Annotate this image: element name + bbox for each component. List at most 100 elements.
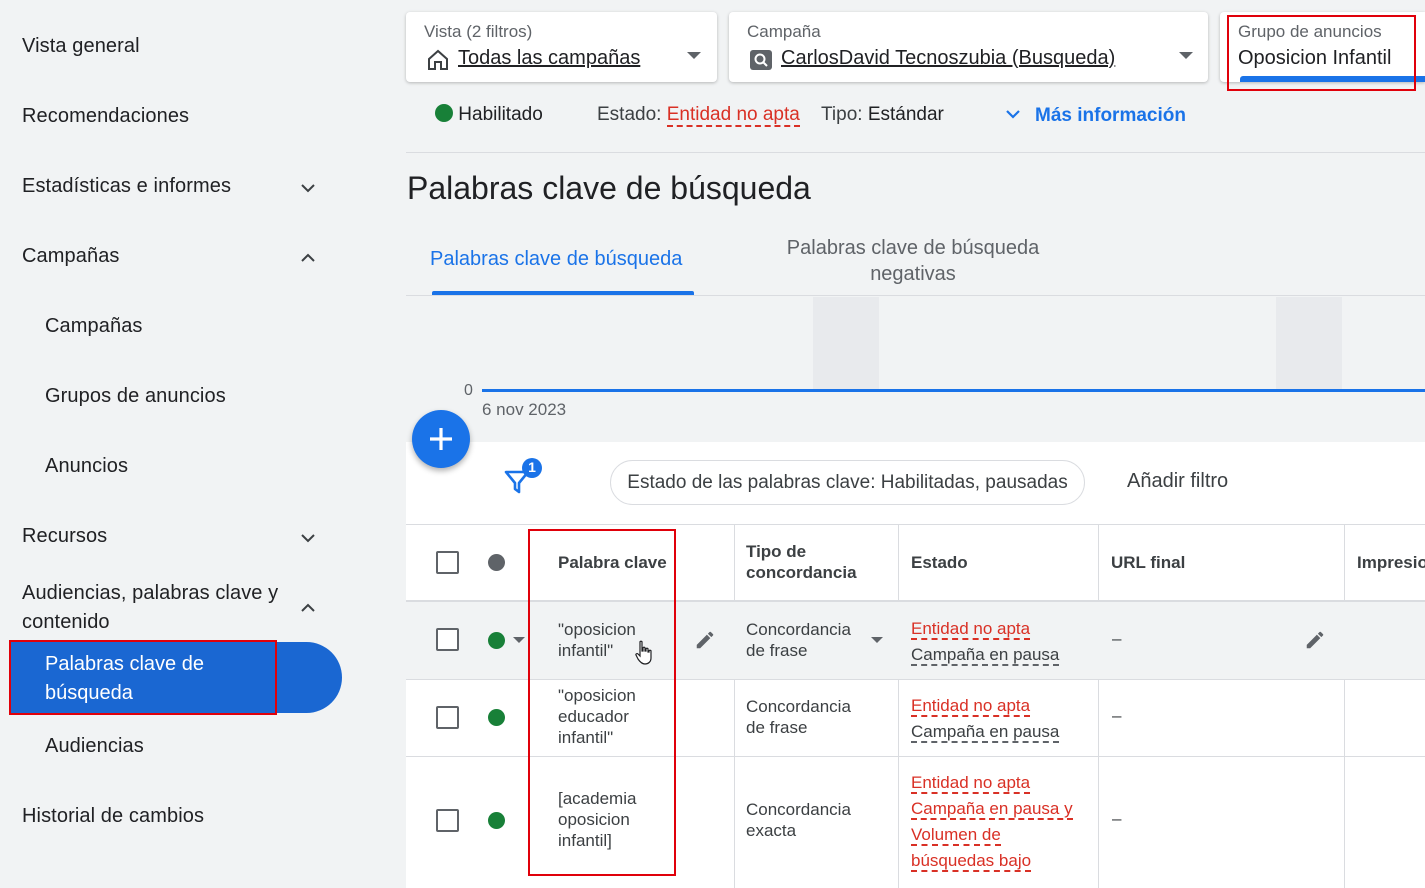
column-header-impressions[interactable]: Impresio (1357, 552, 1425, 573)
more-info-label: Más información (1035, 105, 1186, 126)
keyword-line: oposicion (558, 810, 630, 829)
keyword-cell[interactable]: [academia oposicion infantil] (558, 788, 636, 851)
status-cell: Entidad no apta Campaña en pausa y Volum… (911, 770, 1073, 874)
tab-negative-keywords[interactable]: Palabras clave de búsqueda negativas (760, 235, 1066, 287)
status-low-search-volume[interactable]: Volumen de (911, 825, 1001, 846)
hand-cursor-icon (635, 640, 652, 665)
nav-search-keywords[interactable]: Palabras clave de búsqueda (45, 650, 275, 708)
campaign-selector-label: Campaña (747, 22, 821, 41)
estado-value[interactable]: Entidad no apta (666, 104, 800, 127)
chevron-down-icon (1006, 110, 1020, 119)
nav-audiences[interactable]: Audiencias (45, 735, 144, 758)
nav-ads[interactable]: Anuncios (45, 455, 128, 478)
match-type-line: Concordancia (746, 800, 851, 819)
keyword-line: infantil" (558, 641, 614, 660)
adgroup-selector-label: Grupo de anuncios (1238, 22, 1382, 41)
chevron-down-icon[interactable] (298, 528, 318, 548)
match-type-cell: Concordancia exacta (746, 799, 851, 841)
adgroup-selected-indicator (1240, 76, 1425, 82)
adgroup-selector[interactable]: Grupo de anuncios Oposicion Infantil (1220, 12, 1425, 82)
status-campaign-paused[interactable]: Campaña en pausa (911, 645, 1060, 666)
chevron-up-icon[interactable] (298, 248, 318, 268)
nav-change-history[interactable]: Historial de cambios (22, 805, 204, 828)
type-status: Tipo: Estándar (821, 104, 944, 126)
tipo-label: Tipo: (821, 104, 863, 125)
column-header-keyword[interactable]: Palabra clave (558, 552, 667, 573)
entity-status: Estado: Entidad no apta (597, 104, 800, 127)
nav-campaigns-group[interactable]: Campañas (22, 245, 120, 268)
campaign-selector[interactable]: Campaña CarlosDavid Tecnoszubia (Busqued… (729, 12, 1208, 82)
edit-pencil-icon[interactable] (694, 629, 716, 651)
row-checkbox[interactable] (436, 809, 459, 832)
add-button[interactable] (412, 410, 470, 468)
keyword-line: "oposicion (558, 686, 636, 705)
row-checkbox[interactable] (436, 706, 459, 729)
nav-ad-groups[interactable]: Grupos de anuncios (45, 385, 226, 408)
status-not-eligible[interactable]: Entidad no apta (911, 696, 1031, 717)
filter-button[interactable]: 1 (504, 456, 546, 498)
column-divider (898, 524, 899, 888)
nav-overview[interactable]: Vista general (22, 35, 140, 58)
status-campaign-paused[interactable]: Campaña en pausa (911, 722, 1060, 743)
column-header-status[interactable]: Estado (911, 552, 968, 573)
enabled-status-icon[interactable] (488, 709, 505, 726)
match-type-line: Concordancia (746, 697, 851, 716)
enabled-status-icon[interactable] (488, 632, 505, 649)
match-type-line: Concordancia (746, 620, 851, 639)
column-divider (1098, 524, 1099, 888)
page-title: Palabras clave de búsqueda (407, 170, 811, 206)
status-dropdown-icon[interactable] (513, 637, 525, 643)
match-type-dropdown-icon[interactable] (871, 637, 883, 643)
enabled-status-icon[interactable] (488, 812, 505, 829)
status-campaign-paused[interactable]: Campaña en pausa y (911, 799, 1073, 820)
keyword-cell[interactable]: "oposicion infantil" (558, 619, 636, 661)
tipo-value: Estándar (867, 104, 944, 125)
nav-audiences-keywords[interactable]: Audiencias, palabras clave y contenido (22, 579, 292, 637)
keyword-status-filter-chip[interactable]: Estado de las palabras clave: Habilitada… (610, 460, 1085, 505)
view-selector-label: Vista (2 filtros) (424, 22, 533, 41)
select-all-checkbox[interactable] (436, 551, 459, 574)
add-filter-button[interactable]: Añadir filtro (1127, 470, 1228, 493)
filter-icon (504, 458, 542, 494)
view-selector[interactable]: Vista (2 filtros) Todas las campañas (406, 12, 717, 82)
more-info-button[interactable]: Más información (1003, 104, 1186, 127)
match-type-cell: Concordancia de frase (746, 619, 851, 661)
divider (406, 295, 1425, 296)
divider (406, 152, 1425, 153)
match-type-cell: Concordancia de frase (746, 696, 851, 738)
column-header-final-url[interactable]: URL final (1111, 552, 1185, 573)
chevron-up-icon[interactable] (298, 598, 318, 618)
status-not-eligible[interactable]: Entidad no apta (911, 773, 1031, 794)
dropdown-arrow-icon (1179, 52, 1193, 59)
edit-pencil-icon[interactable] (1304, 629, 1326, 651)
keyword-line: infantil] (558, 831, 612, 850)
column-header-match-type[interactable]: Tipo de concordancia (746, 541, 876, 583)
keyword-line: infantil" (558, 728, 614, 747)
chart-x-tick: 6 nov 2023 (482, 400, 567, 419)
match-type-line: de frase (746, 641, 808, 660)
keyword-cell[interactable]: "oposicion educador infantil" (558, 685, 636, 748)
plus-icon (430, 428, 452, 450)
estado-label: Estado: (597, 104, 662, 125)
nav-insights-reports[interactable]: Estadísticas e informes (22, 175, 231, 198)
campaign-selector-value: CarlosDavid Tecnoszubia (Busqueda) (781, 47, 1116, 69)
chart-weekend-band (1276, 297, 1342, 390)
final-url-value: – (1112, 706, 1122, 725)
nav-campaigns[interactable]: Campañas (45, 315, 143, 338)
home-icon (426, 49, 450, 71)
status-low-search-volume[interactable]: búsquedas bajo (911, 851, 1032, 872)
row-checkbox[interactable] (436, 628, 459, 651)
nav-recommendations[interactable]: Recomendaciones (22, 105, 189, 128)
keyword-line: educador (558, 707, 629, 726)
enabled-status: Habilitado (435, 104, 543, 126)
chevron-down-icon[interactable] (298, 178, 318, 198)
search-campaign-icon (749, 49, 773, 71)
status-not-eligible[interactable]: Entidad no apta (911, 619, 1031, 640)
keyword-line: "oposicion (558, 620, 636, 639)
enabled-label: Habilitado (458, 104, 543, 125)
nav-assets[interactable]: Recursos (22, 525, 107, 548)
tab-search-keywords[interactable]: Palabras clave de búsqueda (430, 248, 682, 271)
column-divider (734, 524, 735, 888)
chart-series-line (482, 389, 1425, 392)
final-url-value: – (1112, 809, 1122, 828)
